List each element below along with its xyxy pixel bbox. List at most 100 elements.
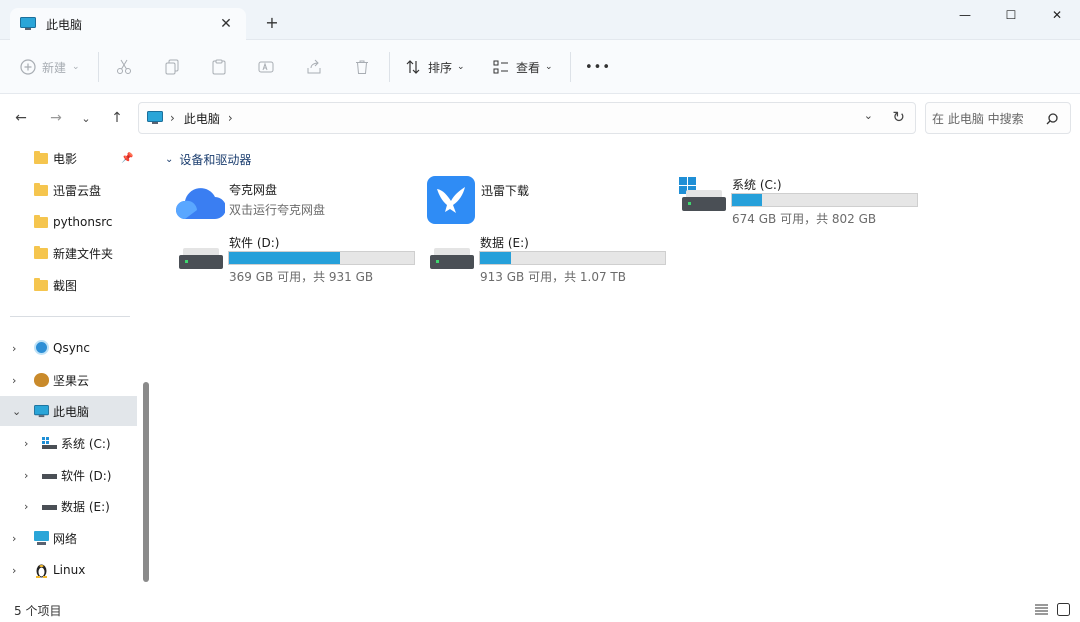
search-icon [1046, 113, 1058, 125]
drive-icon [42, 505, 57, 510]
folder-icon [34, 246, 48, 259]
maximize-button[interactable]: ☐ [988, 0, 1034, 30]
view-icon [493, 60, 508, 74]
breadcrumb-separator-icon[interactable]: › [228, 111, 233, 125]
drive-usage-bar [228, 251, 415, 265]
sidebar-item-network[interactable]: › 网络 [0, 523, 137, 553]
drive-space-info: 913 GB 可用，共 1.07 TB [480, 270, 626, 284]
search-placeholder: 在 此电脑 中搜索 [932, 111, 1024, 126]
sort-button[interactable]: 排序 ⌄ [405, 40, 465, 94]
group-header-devices[interactable]: ⌄ 设备和驱动器 [165, 151, 251, 168]
sidebar-item-new-folder[interactable]: 新建文件夹 [0, 238, 137, 268]
chevron-right-icon[interactable]: › [12, 342, 16, 355]
sidebar-item-label: 坚果云 [53, 373, 90, 388]
share-button[interactable] [306, 40, 322, 94]
sidebar-item-xunlei-cloud[interactable]: 迅雷云盘 [0, 175, 137, 205]
sidebar-item-this-pc[interactable]: ⌄ 此电脑 [0, 396, 137, 426]
item-count: 5 个项目 [14, 603, 62, 618]
close-tab-icon[interactable]: ✕ [216, 14, 236, 34]
large-icons-view-icon[interactable] [1057, 603, 1070, 616]
sidebar-divider [10, 316, 130, 317]
hard-drive-icon [430, 248, 474, 270]
drive-tile-d[interactable]: 软件 (D:) 369 GB 可用，共 931 GB [179, 234, 449, 286]
up-arrow-icon[interactable]: ↑ [106, 107, 128, 129]
sidebar-item-linux[interactable]: › Linux [0, 555, 137, 585]
new-tab-button[interactable]: + [262, 12, 282, 32]
status-bar: 5 个项目 [0, 598, 1080, 622]
sidebar-item-drive-c[interactable]: › 系统 (C:) [0, 428, 137, 458]
quark-cloud-icon [176, 188, 225, 219]
app-tile-xunlei[interactable]: 迅雷下载 [427, 176, 647, 228]
scissors-icon [117, 59, 131, 74]
sidebar-item-drive-e[interactable]: › 数据 (E:) [0, 491, 137, 521]
chevron-right-icon[interactable]: › [12, 374, 16, 387]
refresh-icon[interactable]: ↻ [892, 108, 905, 126]
system-drive-icon [42, 437, 57, 449]
app-tile-quark[interactable]: 夸克网盘 双击运行夸克网盘 [175, 181, 395, 233]
drive-usage-fill [229, 252, 340, 264]
chevron-right-icon[interactable]: › [24, 500, 28, 513]
chevron-down-icon: ⌄ [457, 62, 465, 72]
app-name: 迅雷下载 [481, 184, 530, 198]
pin-icon[interactable]: 📌 [121, 153, 133, 164]
trash-icon [356, 60, 368, 74]
sidebar-item-label: 新建文件夹 [53, 246, 114, 261]
sort-label: 排序 [428, 60, 453, 75]
chevron-right-icon[interactable]: › [24, 437, 28, 450]
delete-button[interactable] [354, 40, 370, 94]
sidebar-item-label: 截图 [53, 278, 78, 293]
chevron-right-icon[interactable]: › [12, 532, 16, 545]
chevron-right-icon[interactable]: › [24, 469, 28, 482]
breadcrumb-this-pc[interactable]: 此电脑 [184, 110, 220, 127]
address-row: ← → ⌄ ↑ › 此电脑 › ⌄ ↻ 在 此电脑 中搜索 [0, 95, 1080, 141]
address-bar[interactable]: › 此电脑 › ⌄ ↻ [138, 102, 916, 134]
drive-icon [42, 474, 57, 479]
back-arrow-icon[interactable]: ← [10, 107, 32, 129]
drive-name: 数据 (E:) [480, 236, 529, 250]
details-view-icon[interactable] [1035, 604, 1048, 616]
hard-drive-icon [179, 248, 223, 270]
recent-locations-chevron-icon[interactable]: ⌄ [75, 107, 97, 129]
chevron-right-icon[interactable]: › [12, 564, 16, 577]
this-pc-icon [147, 111, 163, 124]
new-button[interactable]: 新建 ⌄ [20, 40, 80, 94]
copy-icon [165, 59, 179, 75]
close-button[interactable]: ✕ [1034, 0, 1080, 30]
sidebar-item-label: pythonsrc [53, 215, 113, 229]
more-options-button[interactable]: ••• [585, 40, 611, 94]
drive-tile-e[interactable]: 数据 (E:) 913 GB 可用，共 1.07 TB [430, 234, 700, 286]
drive-usage-fill [480, 252, 512, 264]
view-button[interactable]: 查看 ⌄ [493, 40, 553, 94]
rename-button[interactable] [258, 40, 274, 94]
sidebar-item-qsync[interactable]: › Qsync [0, 333, 137, 363]
group-label: 设备和驱动器 [179, 153, 252, 167]
copy-button[interactable] [164, 40, 180, 94]
chevron-down-icon: ⌄ [545, 62, 553, 72]
this-pc-icon [34, 405, 49, 418]
command-bar: 新建 ⌄ 排序 ⌄ 查看 ⌄ ••• [0, 40, 1080, 94]
nut-cloud-icon [34, 373, 49, 387]
tab-this-pc[interactable]: 此电脑 ✕ [10, 8, 246, 40]
paste-button[interactable] [211, 40, 227, 94]
app-name: 夸克网盘 [229, 183, 278, 197]
drive-usage-bar [479, 251, 666, 265]
new-label: 新建 [42, 60, 67, 75]
sidebar-item-drive-d[interactable]: › 软件 (D:) [0, 460, 137, 490]
forward-arrow-icon[interactable]: → [45, 107, 67, 129]
toolbar-divider [98, 52, 99, 82]
sidebar-scrollbar[interactable] [143, 382, 149, 582]
chevron-down-icon[interactable]: ⌄ [165, 154, 173, 165]
cut-button[interactable] [116, 40, 132, 94]
drive-space-info: 369 GB 可用，共 931 GB [229, 270, 374, 284]
drive-tile-c[interactable]: 系统 (C:) 674 GB 可用，共 802 GB [679, 176, 949, 228]
minimize-button[interactable]: — [942, 0, 988, 30]
breadcrumb-separator-icon[interactable]: › [170, 111, 175, 125]
search-input[interactable]: 在 此电脑 中搜索 [925, 102, 1071, 134]
address-history-chevron-icon[interactable]: ⌄ [864, 109, 873, 122]
navigation-pane: 电影 📌 迅雷云盘 pythonsrc 新建文件夹 截图 › Qsync › 坚… [0, 141, 153, 598]
sidebar-item-movies[interactable]: 电影 📌 [0, 143, 137, 173]
sidebar-item-jianguoyun[interactable]: › 坚果云 [0, 365, 137, 395]
sidebar-item-screenshots[interactable]: 截图 [0, 270, 137, 300]
chevron-down-icon[interactable]: ⌄ [12, 405, 21, 418]
sidebar-item-pythonsrc[interactable]: pythonsrc [0, 207, 137, 237]
